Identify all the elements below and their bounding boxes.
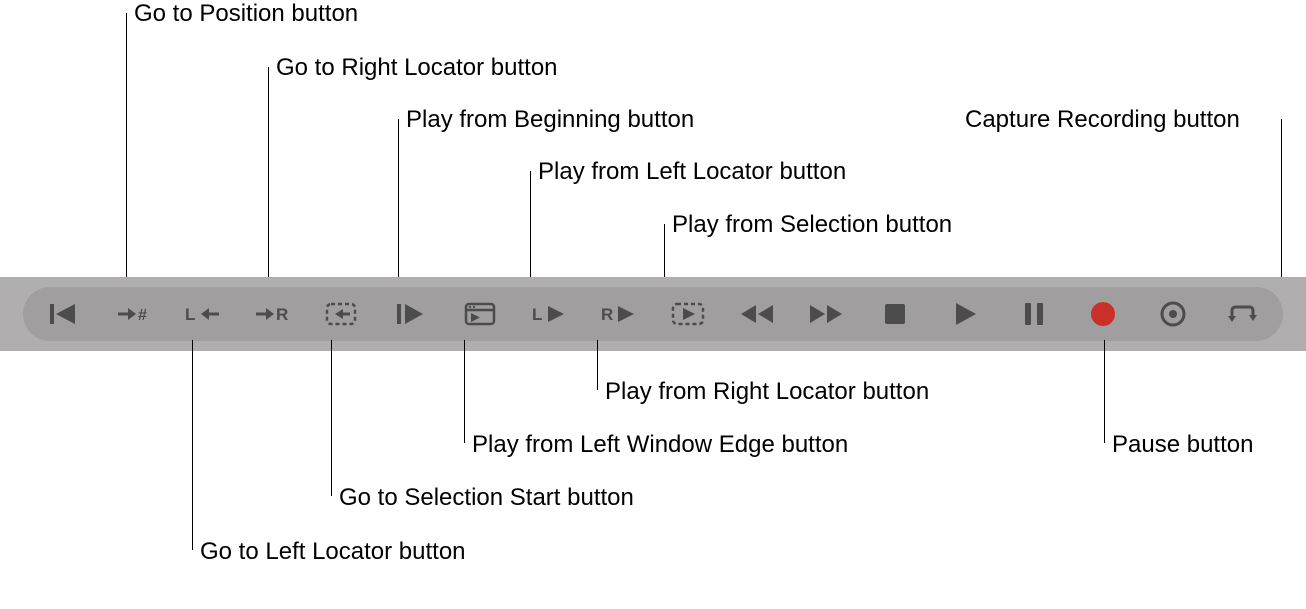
go-to-right-locator-icon: R — [254, 304, 290, 324]
svg-text:L: L — [532, 305, 542, 324]
play-from-beginning-button[interactable] — [391, 295, 429, 333]
leader-play-from-left-window-edge — [464, 340, 465, 443]
play-from-selection-icon — [671, 302, 705, 326]
play-icon — [953, 302, 977, 326]
leader-go-to-position — [126, 13, 127, 288]
label-go-to-position: Go to Position button — [134, 0, 358, 28]
label-go-to-selection-start: Go to Selection Start button — [339, 484, 634, 512]
go-to-right-locator-button[interactable]: R — [253, 295, 291, 333]
forward-button[interactable] — [807, 295, 845, 333]
play-button[interactable] — [946, 295, 984, 333]
svg-text:R: R — [276, 305, 288, 324]
label-play-from-left-locator: Play from Left Locator button — [538, 158, 846, 186]
leader-pause — [1104, 340, 1105, 443]
label-go-to-right-locator: Go to Right Locator button — [276, 54, 558, 82]
play-from-left-locator-button[interactable]: L — [530, 295, 568, 333]
play-from-selection-button[interactable] — [669, 295, 707, 333]
skip-back-icon — [50, 303, 78, 325]
transport-strip-background: # L R — [0, 277, 1306, 351]
transport-control-bar: # L R — [23, 287, 1283, 341]
go-to-left-locator-button[interactable]: L — [184, 295, 222, 333]
go-to-position-button[interactable]: # — [114, 295, 152, 333]
leader-play-from-right-locator — [597, 340, 598, 390]
play-from-left-locator-icon: L — [532, 304, 566, 324]
label-go-to-left-locator: Go to Left Locator button — [200, 538, 466, 566]
capture-recording-icon — [1159, 300, 1187, 328]
label-play-from-left-window-edge: Play from Left Window Edge button — [472, 431, 848, 459]
leader-play-from-left-locator — [530, 171, 531, 288]
play-from-right-locator-button[interactable]: R — [599, 295, 637, 333]
label-capture-recording: Capture Recording button — [965, 106, 1240, 134]
rewind-button[interactable] — [738, 295, 776, 333]
record-icon — [1090, 301, 1116, 327]
leader-go-to-right-locator — [268, 67, 269, 288]
stop-button[interactable] — [876, 295, 914, 333]
play-from-window-edge-icon — [464, 302, 496, 326]
go-to-selection-start-icon — [325, 302, 357, 326]
leader-capture-recording — [1281, 119, 1282, 288]
svg-text:#: # — [138, 307, 147, 324]
label-play-from-right-locator: Play from Right Locator button — [605, 378, 929, 406]
pause-icon — [1024, 302, 1044, 326]
leader-go-to-selection-start — [331, 340, 332, 496]
label-play-from-beginning: Play from Beginning button — [406, 106, 694, 134]
play-from-beginning-icon — [395, 303, 425, 325]
cycle-icon — [1227, 303, 1257, 325]
go-to-position-icon: # — [116, 304, 150, 324]
svg-text:L: L — [185, 305, 195, 324]
play-from-left-window-edge-button[interactable] — [461, 295, 499, 333]
leader-go-to-left-locator — [192, 340, 193, 550]
go-to-left-locator-icon: L — [185, 304, 221, 324]
stop-icon — [884, 303, 906, 325]
record-button[interactable] — [1084, 295, 1122, 333]
cycle-button[interactable] — [1223, 295, 1261, 333]
pause-button[interactable] — [1015, 295, 1053, 333]
play-from-right-locator-icon: R — [601, 304, 635, 324]
go-to-selection-start-button[interactable] — [322, 295, 360, 333]
rewind-icon — [740, 304, 774, 324]
label-play-from-selection: Play from Selection button — [672, 211, 952, 239]
capture-recording-button[interactable] — [1154, 295, 1192, 333]
label-pause: Pause button — [1112, 431, 1253, 459]
forward-icon — [809, 304, 843, 324]
svg-text:R: R — [601, 305, 613, 324]
leader-play-from-beginning — [398, 119, 399, 288]
go-to-beginning-button[interactable] — [45, 295, 83, 333]
diagram-stage: Go to Position button Go to Right Locato… — [0, 0, 1306, 609]
